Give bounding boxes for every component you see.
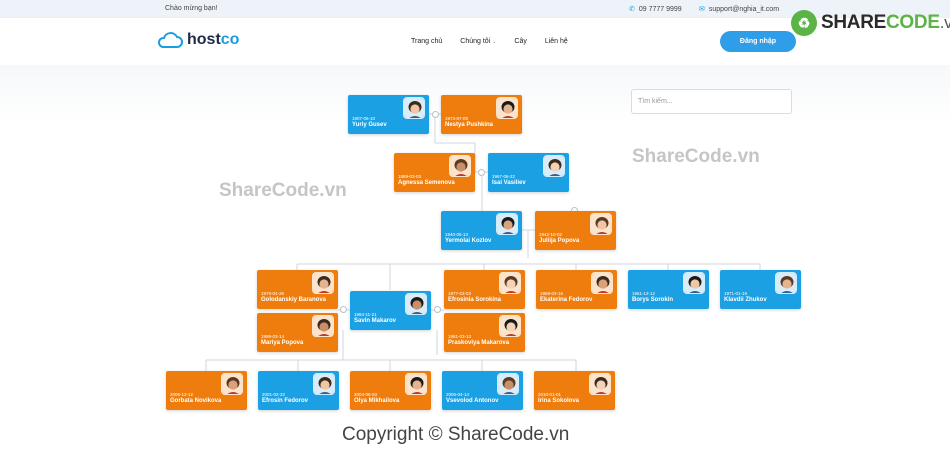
spouse-connector xyxy=(432,111,439,118)
birth-date: 1971-01-19 xyxy=(724,291,748,296)
birth-date: 2001-02-22 xyxy=(262,392,286,397)
avatar xyxy=(496,97,518,119)
person-name: Vsevolod Antonov xyxy=(446,398,499,404)
person-name: Olya Mikhailova xyxy=(354,398,400,404)
spouse-connector xyxy=(340,306,347,313)
birth-date: 1961-12-12 xyxy=(632,291,656,296)
person-name: Mariya Popova xyxy=(261,340,304,346)
avatar xyxy=(591,272,613,294)
person-name: Klavdii Zhukov xyxy=(724,297,767,303)
avatar xyxy=(405,373,427,395)
spouse-connector xyxy=(434,306,441,313)
person-name: Savin Makarov xyxy=(354,318,397,324)
person-name: Nestya Pushkina xyxy=(445,122,494,128)
avatar xyxy=(312,315,334,337)
birth-date: 1961-03-13 xyxy=(448,334,472,339)
birth-date: 2010-01-01 xyxy=(538,392,562,397)
birth-date: 1973-07-08 xyxy=(445,116,469,121)
avatar xyxy=(313,373,335,395)
person-card[interactable]: 1998-03-14 Mariya Popova xyxy=(257,313,338,352)
birth-date: 1984-11-21 xyxy=(354,312,377,317)
avatar xyxy=(589,373,611,395)
avatar xyxy=(683,272,705,294)
person-card[interactable]: 2010-01-01 Irina Sokolova xyxy=(534,371,615,410)
birth-date: 1889-03-03 xyxy=(398,174,422,179)
person-name: Golodanskiy Baranova xyxy=(261,297,327,303)
person-card[interactable]: 1942-10-02 Juliija Popova xyxy=(535,211,616,250)
person-card[interactable]: 2006-04-14 Vsevolod Antonov xyxy=(442,371,523,410)
birth-date: 1940-05-13 xyxy=(445,232,469,237)
copyright-text: Copyright © ShareCode.vn xyxy=(342,424,570,445)
person-card[interactable]: 1969-03-16 Ekaterina Fedorov xyxy=(536,270,617,309)
birth-date: 2006-04-14 xyxy=(446,392,470,397)
person-card[interactable]: 1971-01-19 Klavdii Zhukov xyxy=(720,270,801,309)
person-name: Yermolai Kozlov xyxy=(445,238,492,244)
person-card[interactable]: 1889-03-03 Agnessa Semenova xyxy=(394,153,475,192)
person-name: Borys Sorokin xyxy=(632,297,674,303)
person-card[interactable]: 1977-03-03 Efrosinia Sorokina xyxy=(444,270,525,309)
person-name: Agnessa Semenova xyxy=(398,180,455,186)
birth-date: 1967-06-22 xyxy=(492,174,516,179)
avatar xyxy=(405,293,427,315)
person-name: Irina Sokolova xyxy=(538,398,580,404)
person-card[interactable]: 1984-11-21 Savin Makarov xyxy=(350,291,431,330)
avatar xyxy=(312,272,334,294)
avatar xyxy=(403,97,425,119)
birth-date: 1969-03-16 xyxy=(540,291,564,296)
person-name: Efrosin Fedorov xyxy=(262,398,309,404)
person-card[interactable]: 1979-04-26 Golodanskiy Baranova xyxy=(257,270,338,309)
avatar xyxy=(449,155,471,177)
birth-date: 2006-12-12 xyxy=(170,392,194,397)
avatar xyxy=(496,213,518,235)
birth-date: 1907-06-10 xyxy=(352,116,376,121)
birth-date: 2004-06-03 xyxy=(354,392,378,397)
search-input[interactable]: Tìm kiếm... xyxy=(631,89,792,114)
spouse-connector xyxy=(478,169,485,176)
birth-date: 1998-03-14 xyxy=(261,334,285,339)
avatar xyxy=(499,272,521,294)
person-card[interactable]: 1961-12-12 Borys Sorokin xyxy=(628,270,709,309)
person-name: Gorbata Novikova xyxy=(170,398,222,404)
person-name: Efrosinia Sorokina xyxy=(448,297,502,303)
person-name: Yuriy Gusev xyxy=(352,122,387,128)
person-name: Ekaterina Fedorov xyxy=(540,297,593,303)
avatar xyxy=(221,373,243,395)
person-card[interactable]: 2006-12-12 Gorbata Novikova xyxy=(166,371,247,410)
avatar xyxy=(543,155,565,177)
person-name: Praskoviya Makarova xyxy=(448,340,510,346)
birth-date: 1977-03-03 xyxy=(448,291,472,296)
person-card[interactable]: 2001-02-22 Efrosin Fedorov xyxy=(258,371,339,410)
person-card[interactable]: 1940-05-13 Yermolai Kozlov xyxy=(441,211,522,250)
avatar xyxy=(497,373,519,395)
person-card[interactable]: 1967-06-22 Isai Vasiliev xyxy=(488,153,569,192)
person-name: Juliija Popova xyxy=(539,238,580,244)
birth-date: 1942-10-02 xyxy=(539,232,563,237)
person-card[interactable]: 2004-06-03 Olya Mikhailova xyxy=(350,371,431,410)
avatar xyxy=(499,315,521,337)
birth-date: 1979-04-26 xyxy=(261,291,285,296)
avatar xyxy=(590,213,612,235)
person-card[interactable]: 1973-07-08 Nestya Pushkina xyxy=(441,95,522,134)
person-card[interactable]: 1907-06-10 Yuriy Gusev xyxy=(348,95,429,134)
person-card[interactable]: 1961-03-13 Praskoviya Makarova xyxy=(444,313,525,352)
avatar xyxy=(775,272,797,294)
person-name: Isai Vasiliev xyxy=(492,180,526,186)
